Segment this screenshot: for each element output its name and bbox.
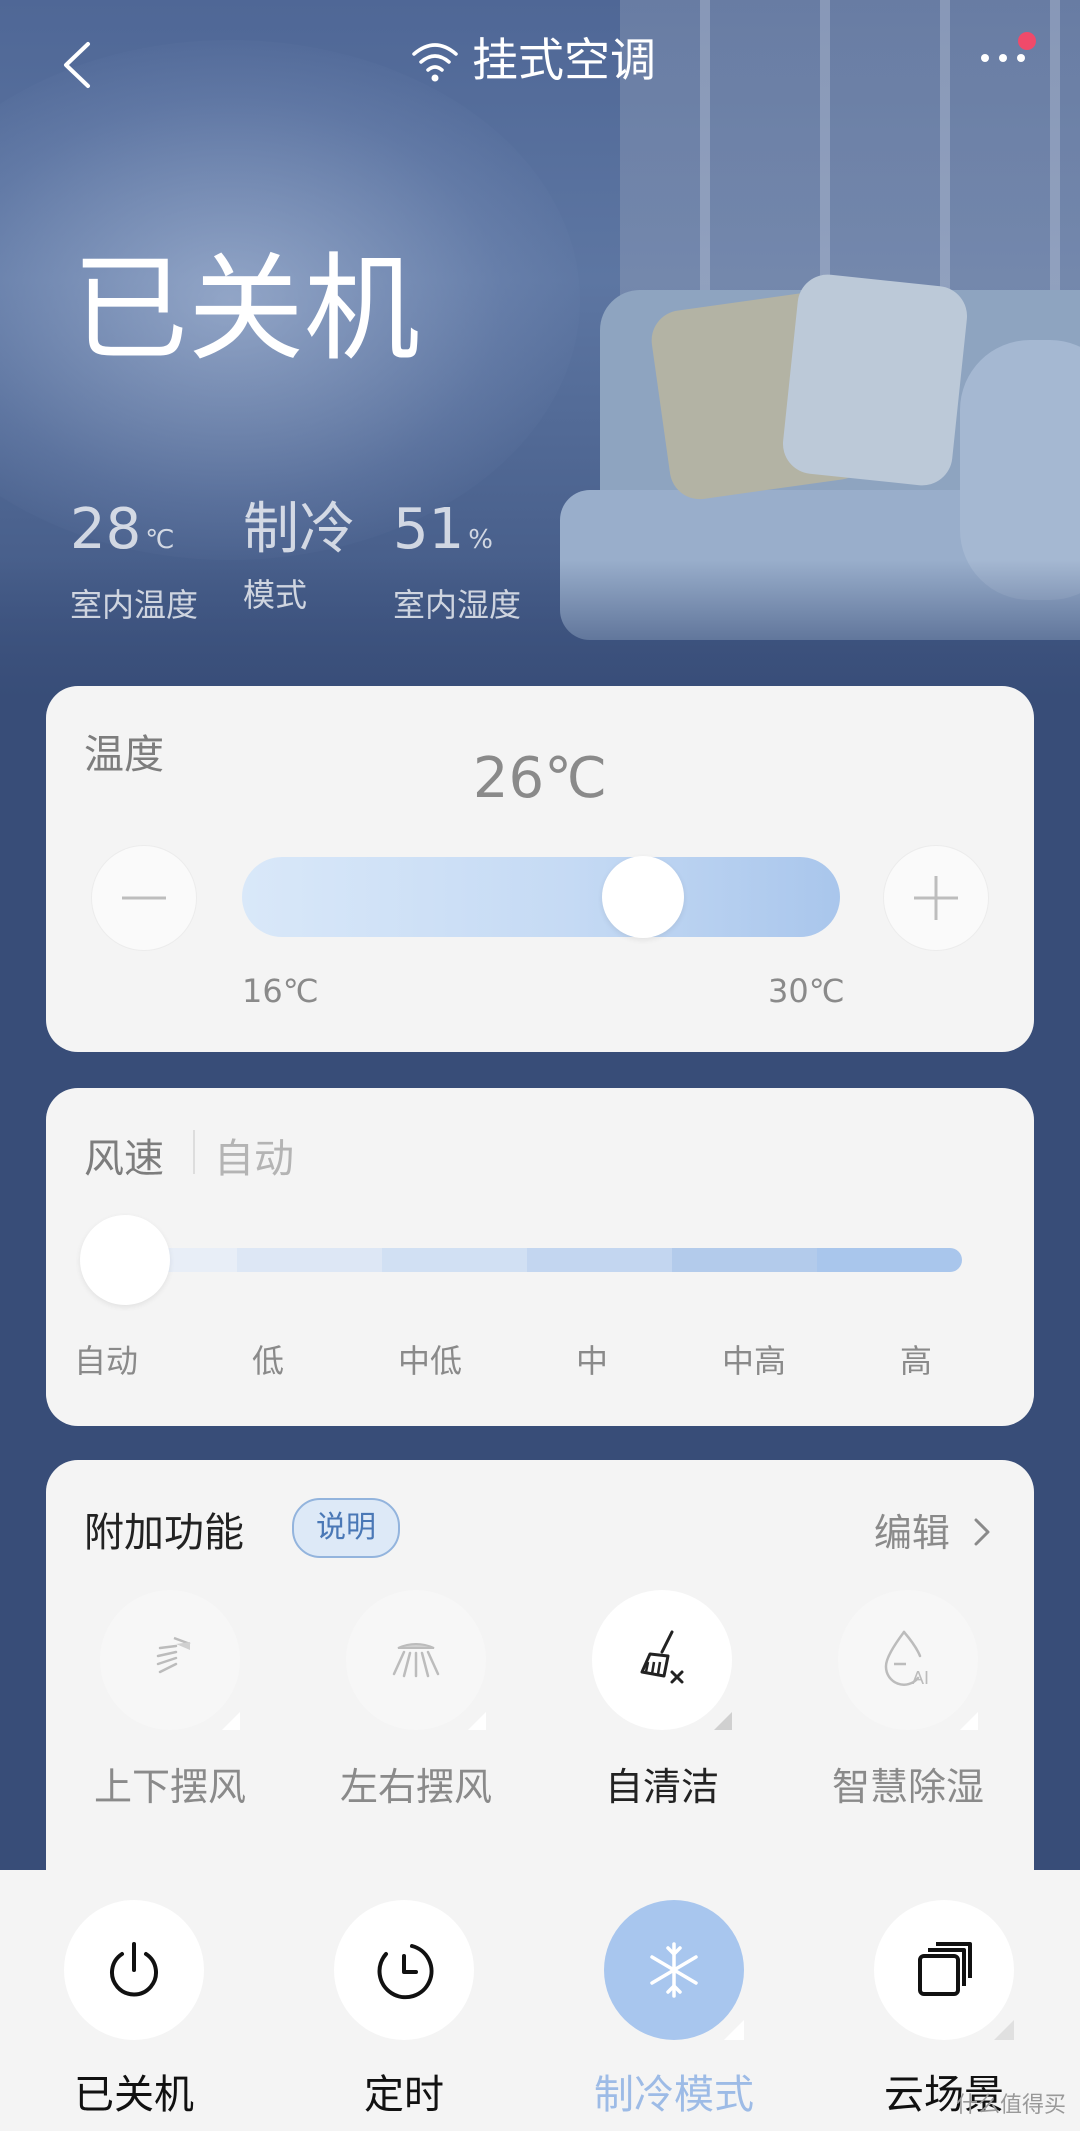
feature-label: 自清洁 [604,1765,719,1809]
power-button-label: 已关机 [74,2072,194,2118]
fan-level-label[interactable]: 中低 [398,1336,462,1382]
mode-label: 模式 [243,576,308,614]
feature-horizontal-swing[interactable]: 左右摆风 [316,1590,516,1811]
cloud-scene-icon [874,1900,1014,2040]
fan-level-label[interactable]: 中高 [722,1336,786,1382]
humidity-stat: 51% 室内湿度 [393,495,521,629]
page-title: 挂式空调 [472,33,656,87]
self-clean-icon [592,1590,732,1730]
fan-level-label[interactable]: 高 [900,1336,932,1382]
temperature-setpoint: 26℃ [472,746,608,811]
ai-dehumidify-icon: AI [838,1590,978,1730]
mode-value: 制冷 [243,497,355,562]
power-button[interactable]: 已关机 [34,1900,234,2120]
fan-speed-slider-thumb[interactable] [80,1215,170,1305]
decrease-temp-button[interactable] [92,846,196,950]
feature-label: 智慧除湿 [831,1765,984,1809]
edit-label: 编辑 [873,1511,950,1555]
title-divider [193,1130,195,1174]
cool-mode-button[interactable]: 制冷模式 [574,1900,774,2120]
feature-ai-dehumidify[interactable]: AI 智慧除湿 [808,1590,1008,1811]
fan-level-label[interactable]: 低 [252,1336,284,1382]
horizontal-swing-icon [346,1590,486,1730]
humidity-label: 室内湿度 [393,586,522,624]
humidity-unit: % [468,525,493,555]
mode-stat: 制冷 模式 [243,495,355,619]
snowflake-icon [604,1900,744,2040]
watermark: 什么值得买 [955,2093,1066,2118]
temp-max-label: 30℃ [768,972,845,1010]
back-icon[interactable] [58,40,98,90]
indoor-temp-unit: ℃ [145,525,175,555]
feature-label: 上下摆风 [93,1765,246,1809]
wifi-icon [410,40,460,84]
minus-icon [122,896,166,900]
temp-min-label: 16℃ [242,972,319,1010]
temperature-slider-thumb[interactable] [602,856,684,938]
temperature-slider[interactable] [242,857,840,937]
bottom-action-bar: 已关机 定时 制冷模式 云场景 什么值得买 [0,1870,1080,2131]
top-bar: 挂式空调 [0,0,1080,130]
indoor-temp-value: 28 [70,497,142,562]
fan-level-label[interactable]: 自动 [74,1336,138,1382]
notification-dot [1018,32,1036,50]
feature-label: 左右摆风 [339,1765,492,1809]
help-badge[interactable]: 说明 [292,1498,400,1558]
timer-button[interactable]: 定时 [304,1900,504,2120]
fan-level-label[interactable]: 中 [576,1336,608,1382]
plus-icon [914,876,958,920]
power-icon [64,1900,204,2040]
fan-speed-current: 自动 [214,1136,294,1182]
feature-self-clean[interactable]: 自清洁 [562,1590,762,1811]
fan-speed-slider[interactable] [92,1248,962,1272]
fan-speed-card: 风速 自动 自动低中低中中高高 [46,1088,1034,1426]
timer-icon [334,1900,474,2040]
extra-functions-title: 附加功能 [84,1510,244,1556]
edit-button[interactable]: 编辑 [874,1502,994,1557]
humidity-value: 51 [393,497,465,562]
power-state: 已关机 [72,242,420,377]
svg-text:AI: AI [912,1668,929,1688]
vertical-swing-icon [100,1590,240,1730]
chevron-right-icon [974,1518,990,1546]
fan-speed-title: 风速 [84,1136,164,1182]
indoor-temp-stat: 28 ℃ 室内温度 [70,495,198,629]
timer-button-label: 定时 [364,2072,444,2118]
increase-temp-button[interactable] [884,846,988,950]
feature-vertical-swing[interactable]: 上下摆风 [70,1590,270,1811]
indoor-temp-label: 室内温度 [70,586,199,624]
cool-mode-label: 制冷模式 [594,2072,754,2118]
temperature-card: 温度 26℃ 16℃ 30℃ [46,686,1034,1052]
